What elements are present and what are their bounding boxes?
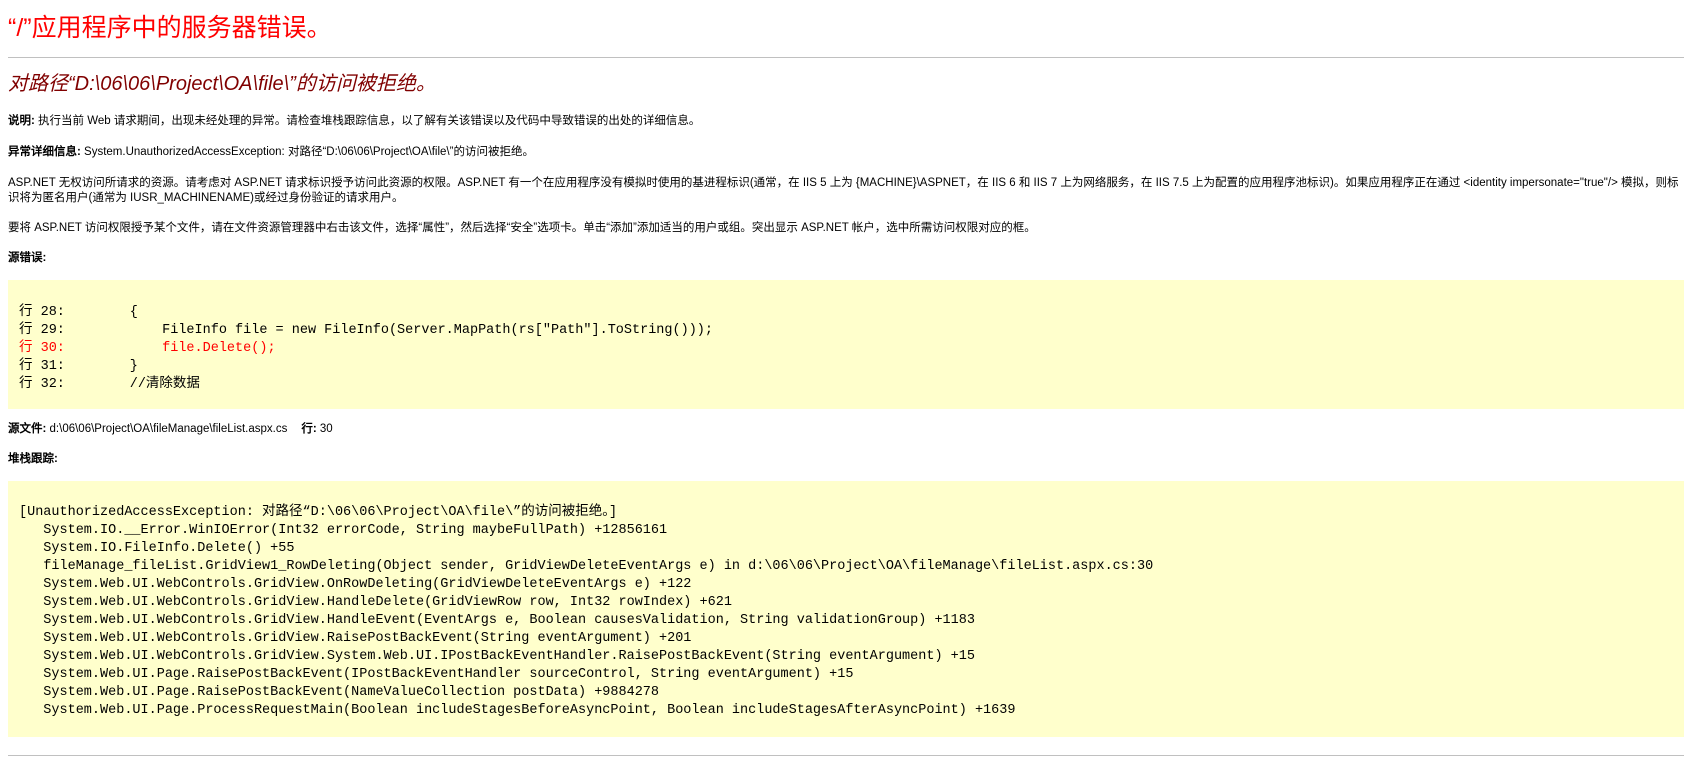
error-message: 对路径“D:\06\06\Project\OA\file\”的访问被拒绝。 <box>8 73 436 95</box>
exception-details-text: System.UnauthorizedAccessException: 对路径“… <box>80 146 534 158</box>
stack-trace-line: fileManage_fileList.GridView1_RowDeletin… <box>19 559 1154 574</box>
permission-note: 要将 ASP.NET 访问权限授予某个文件，请在文件资源管理器中右击该文件，选择… <box>8 222 1036 234</box>
source-code-line: 行 32: //清除数据 <box>19 377 200 392</box>
source-error-code: 行 28: { 行 29: FileInfo file = new FileInf… <box>8 280 1684 409</box>
source-line-label: 行: <box>301 423 317 435</box>
stack-trace-line: System.IO.FileInfo.Delete() +55 <box>19 541 295 556</box>
source-line-value: 30 <box>316 423 333 435</box>
source-error-heading: 源错误: <box>8 251 1684 266</box>
source-file-info: 源文件: d:\06\06\Project\OA\fileManage\file… <box>8 422 1684 437</box>
source-code-line: 行 31: } <box>19 359 138 374</box>
exception-details-label: 异常详细信息: <box>8 146 81 158</box>
stack-trace-line: System.Web.UI.WebControls.GridView.Handl… <box>19 595 732 610</box>
stack-trace-line: System.Web.UI.Page.RaisePostBackEvent(IP… <box>19 667 854 682</box>
stack-trace-code: [UnauthorizedAccessException: 对路径“D:\06\… <box>8 481 1684 737</box>
stack-trace-line: [UnauthorizedAccessException: 对路径“D:\06\… <box>19 505 618 520</box>
source-code-line: 行 29: FileInfo file = new FileInfo(Serve… <box>19 323 714 338</box>
stack-trace-line: System.Web.UI.WebControls.GridView.Raise… <box>19 631 692 646</box>
title-divider <box>8 57 1684 58</box>
stack-trace-line: System.Web.UI.WebControls.GridView.Syste… <box>19 649 975 664</box>
stack-trace-label: 堆栈跟踪: <box>8 453 58 465</box>
stack-trace-line: System.Web.UI.Page.RaisePostBackEvent(Na… <box>19 685 660 700</box>
source-code-line: 行 28: { <box>19 305 138 320</box>
stack-trace-line: System.IO.__Error.WinIOError(Int32 error… <box>19 523 668 538</box>
page-title: “/”应用程序中的服务器错误。 <box>8 14 332 42</box>
aspnet-access-note: ASP.NET 无权访问所请求的资源。请考虑对 ASP.NET 请求标识授予访问… <box>8 177 1679 204</box>
description-label: 说明: <box>8 115 35 127</box>
description-text: 执行当前 Web 请求期间，出现未经处理的异常。请检查堆栈跟踪信息，以了解有关该… <box>34 115 701 127</box>
stack-trace-line: System.Web.UI.WebControls.GridView.Handl… <box>19 613 975 628</box>
source-file-label: 源文件: <box>8 423 47 435</box>
stack-trace-heading: 堆栈跟踪: <box>8 452 1684 467</box>
description: 说明: 执行当前 Web 请求期间，出现未经处理的异常。请检查堆栈跟踪信息，以了… <box>8 114 1684 129</box>
footer-divider <box>8 755 1684 756</box>
exception-details: 异常详细信息: System.UnauthorizedAccessExcepti… <box>8 145 1684 160</box>
source-error-label: 源错误: <box>8 252 47 264</box>
error-page: “/”应用程序中的服务器错误。 对路径“D:\06\06\Project\OA\… <box>0 0 1692 772</box>
source-file-path: d:\06\06\Project\OA\fileManage\fileList.… <box>46 423 288 435</box>
stack-trace-line: System.Web.UI.WebControls.GridView.OnRow… <box>19 577 692 592</box>
stack-trace-line: System.Web.UI.Page.ProcessRequestMain(Bo… <box>19 703 1016 718</box>
source-code-line-error: 行 30: file.Delete(); <box>19 341 276 356</box>
